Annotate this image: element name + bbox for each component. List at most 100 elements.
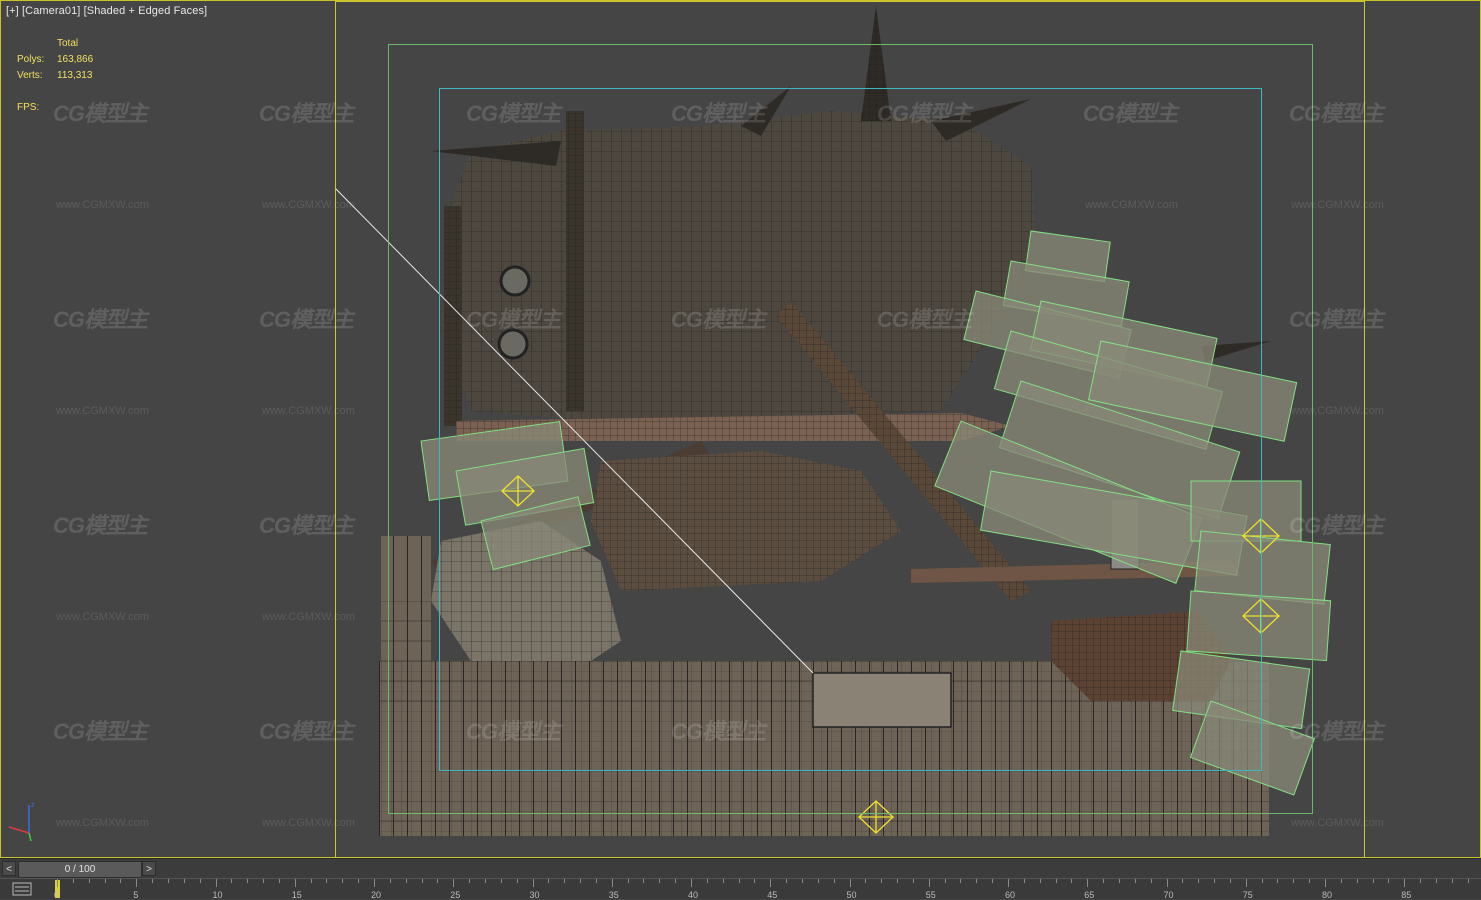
trackbar-tick <box>976 879 977 883</box>
trackbar-tick <box>850 879 851 887</box>
watermark-url: www.CGMXW.com <box>262 817 355 829</box>
watermark: CG模型主 <box>1289 96 1383 128</box>
trackbar-tick <box>754 879 755 883</box>
time-slider[interactable]: 0 / 100 <box>18 861 142 878</box>
trackbar-tick <box>1246 879 1247 887</box>
trackbar-tick <box>1087 879 1088 887</box>
watermark-url: www.CGMXW.com <box>56 199 149 211</box>
trackbar-tick <box>960 879 961 883</box>
trackbar-tick <box>533 879 534 887</box>
watermark: CG模型主 <box>53 96 147 128</box>
trackbar-tick <box>57 879 58 887</box>
camera-viewport[interactable]: [+] [Camera01] [Shaded + Edged Faces] To… <box>0 0 1481 858</box>
trackbar-tick <box>1167 879 1168 887</box>
trackbar-tick-label: 55 <box>926 890 936 900</box>
trackbar-tick <box>295 879 296 887</box>
watermark: CG模型主 <box>466 714 560 746</box>
trackbar-tick <box>818 879 819 883</box>
watermark-url: www.CGMXW.com <box>1291 817 1384 829</box>
trackbar-tick <box>1325 879 1326 887</box>
time-slider-bar: < 0 / 100 > <box>0 858 1481 879</box>
watermark-url: www.CGMXW.com <box>56 611 149 623</box>
trackbar-tick <box>89 879 90 883</box>
watermark-url: www.CGMXW.com <box>1085 199 1178 211</box>
trackbar-tick <box>881 879 882 883</box>
trackbar-tick <box>1135 879 1136 883</box>
trackbar-tick-label: 15 <box>292 890 302 900</box>
watermark: CG模型主 <box>53 714 147 746</box>
title-safe-frame <box>439 88 1262 771</box>
watermark: CG模型主 <box>1289 302 1383 334</box>
trackbar-tick <box>1151 879 1152 883</box>
trackbar-tick <box>1103 879 1104 883</box>
watermark: CG模型主 <box>259 714 353 746</box>
trackbar-tick <box>152 879 153 883</box>
curve-editor-icon[interactable] <box>12 882 32 896</box>
trackbar-tick <box>231 879 232 883</box>
watermark-url: www.CGMXW.com <box>1291 405 1384 417</box>
trackbar-tick <box>136 879 137 887</box>
trackbar-tick <box>675 879 676 883</box>
trackbar-tick-label: 25 <box>450 890 460 900</box>
trackbar-tick <box>1436 879 1437 883</box>
trackbar-tick <box>897 879 898 883</box>
trackbar-tick <box>390 879 391 883</box>
prev-frame-button[interactable]: < <box>2 861 16 876</box>
trackbar-tick <box>834 879 835 883</box>
trackbar-tick <box>501 879 502 883</box>
trackbar-tick <box>485 879 486 883</box>
trackbar-tick <box>628 879 629 883</box>
trackbar-tick <box>1404 879 1405 887</box>
trackbar-tick <box>659 879 660 883</box>
trackbar-tick <box>517 879 518 883</box>
trackbar-tick <box>73 879 74 883</box>
trackbar-tick <box>326 879 327 883</box>
trackbar-tick <box>216 879 217 887</box>
trackbar-tick <box>1373 879 1374 883</box>
watermark: CG模型主 <box>1289 508 1383 540</box>
trackbar-tick <box>1040 879 1041 883</box>
trackbar-tick-label: 0 <box>54 890 59 900</box>
trackbar-tick-label: 60 <box>1005 890 1015 900</box>
watermark: CG模型主 <box>53 508 147 540</box>
axis-gizmo-icon: z <box>3 799 43 843</box>
trackbar-tick <box>1214 879 1215 883</box>
trackbar-tick <box>612 879 613 887</box>
trackbar-tick <box>374 879 375 887</box>
watermark: CG模型主 <box>466 96 560 128</box>
trackbar-tick <box>770 879 771 887</box>
watermark: CG模型主 <box>1083 96 1177 128</box>
trackbar-tick <box>707 879 708 883</box>
trackbar-tick <box>168 879 169 883</box>
trackbar-tick <box>1008 879 1009 887</box>
trackbar-tick-label: 10 <box>213 890 223 900</box>
trackbar-tick <box>564 879 565 883</box>
trackbar-tick-label: 70 <box>1164 890 1174 900</box>
trackbar-tick-label: 75 <box>1243 890 1253 900</box>
trackbar-tick <box>548 879 549 883</box>
next-frame-button[interactable]: > <box>142 861 156 876</box>
trackbar-tick-label: 35 <box>609 890 619 900</box>
trackbar-tick <box>643 879 644 883</box>
trackbar-tick <box>263 879 264 883</box>
watermark-url: www.CGMXW.com <box>1291 199 1384 211</box>
trackbar-tick-label: 5 <box>133 890 138 900</box>
trackbar-tick <box>120 879 121 883</box>
watermark-url: www.CGMXW.com <box>56 817 149 829</box>
trackbar-tick-label: 20 <box>371 890 381 900</box>
trackbar-tick <box>311 879 312 883</box>
watermark: CG模型主 <box>877 96 971 128</box>
trackbar-tick <box>691 879 692 887</box>
trackbar-tick <box>184 879 185 883</box>
trackbar-tick <box>1119 879 1120 883</box>
trackbar-tick <box>596 879 597 883</box>
trackbar-tick-label: 85 <box>1401 890 1411 900</box>
trackbar-tick <box>913 879 914 883</box>
trackbar-tick <box>406 879 407 883</box>
trackbar-tick-label: 40 <box>688 890 698 900</box>
trackbar-tick <box>1357 879 1358 883</box>
trackbar-tick <box>1452 879 1453 883</box>
trackbar-tick <box>1230 879 1231 883</box>
trackbar-tick <box>580 879 581 883</box>
trackbar[interactable]: 051015202530354045505560657075808590 <box>0 878 1481 899</box>
